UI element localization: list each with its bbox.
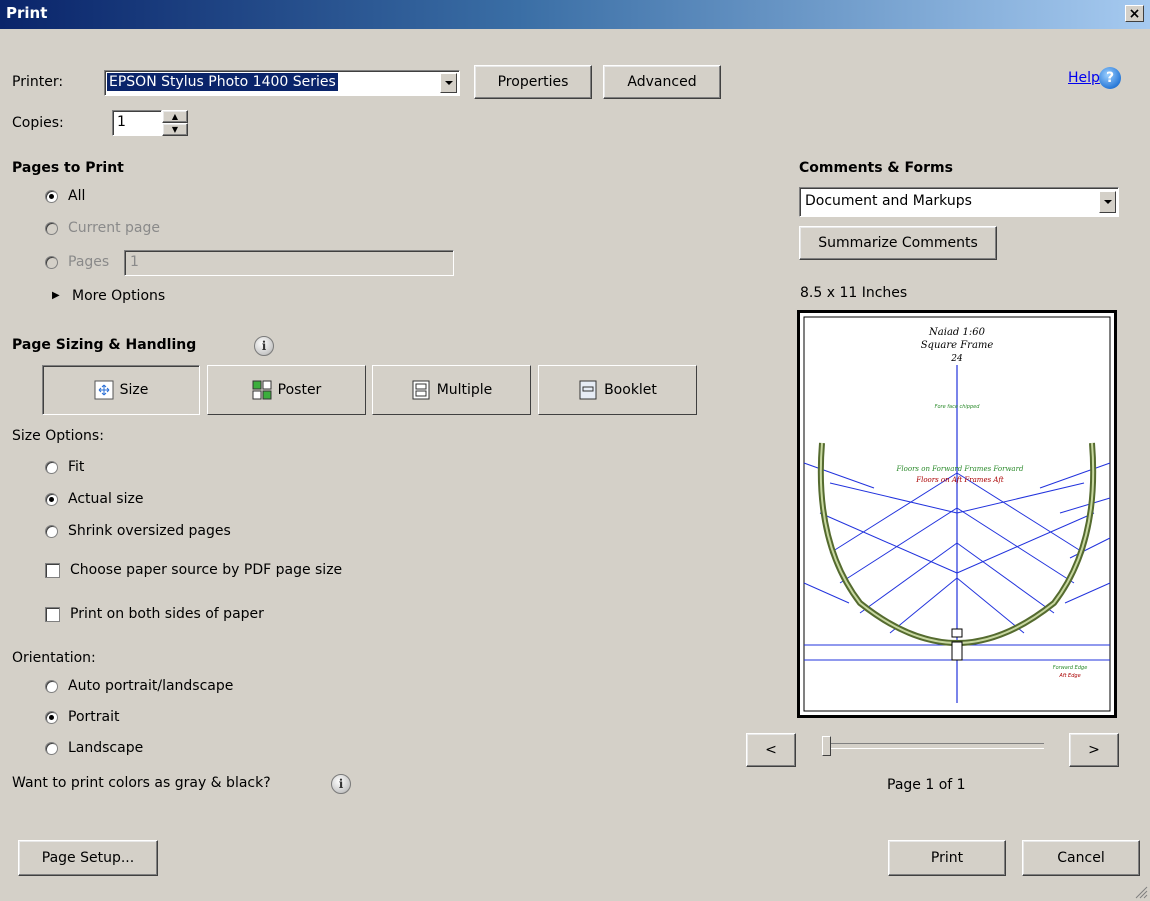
title-bar: Print × bbox=[0, 0, 1150, 29]
both-sides-checkbox[interactable] bbox=[45, 607, 60, 622]
preview-annotation-forward: Floors on Forward Frames Forward bbox=[896, 465, 1024, 473]
printer-select[interactable]: EPSON Stylus Photo 1400 Series bbox=[104, 70, 460, 96]
properties-button[interactable]: Properties bbox=[474, 65, 592, 99]
fit-label: Fit bbox=[68, 459, 85, 475]
copies-stepper[interactable]: ▲ ▼ bbox=[162, 110, 188, 136]
summarize-comments-button[interactable]: Summarize Comments bbox=[799, 226, 997, 260]
printer-dropdown-arrow-icon[interactable] bbox=[440, 73, 457, 93]
actual-size-label: Actual size bbox=[68, 491, 144, 507]
pages-range-input[interactable]: 1 bbox=[124, 250, 454, 276]
page-setup-button[interactable]: Page Setup... bbox=[18, 840, 158, 876]
print-button[interactable]: Print bbox=[888, 840, 1006, 876]
previous-page-button[interactable]: < bbox=[746, 733, 796, 767]
booklet-icon bbox=[579, 380, 597, 400]
size-options-label: Size Options: bbox=[12, 428, 104, 444]
size-icon bbox=[94, 380, 114, 400]
preview-title-3: 24 bbox=[950, 354, 963, 364]
pages-to-print-heading: Pages to Print bbox=[12, 160, 124, 176]
fit-radio[interactable] bbox=[45, 461, 58, 474]
copies-label: Copies: bbox=[12, 115, 64, 131]
current-page-label: Current page bbox=[68, 220, 160, 236]
preview-annotation-top: Fore face chipped bbox=[935, 404, 981, 410]
expand-triangle-icon[interactable]: ▶ bbox=[52, 290, 60, 301]
tab-booklet[interactable]: Booklet bbox=[538, 365, 697, 415]
actual-size-radio[interactable] bbox=[45, 493, 58, 506]
portrait-label: Portrait bbox=[68, 709, 120, 725]
printer-selected-value: EPSON Stylus Photo 1400 Series bbox=[107, 73, 338, 91]
tab-size[interactable]: Size bbox=[42, 365, 200, 415]
portrait-radio[interactable] bbox=[45, 711, 58, 724]
auto-orientation-label: Auto portrait/landscape bbox=[68, 678, 234, 694]
preview-title-2: Square Frame bbox=[921, 340, 994, 351]
landscape-label: Landscape bbox=[68, 740, 144, 756]
landscape-radio[interactable] bbox=[45, 742, 58, 755]
printer-label: Printer: bbox=[12, 74, 64, 90]
page-slider-thumb[interactable] bbox=[822, 736, 831, 756]
choose-paper-source-label: Choose paper source by PDF page size bbox=[70, 562, 343, 578]
preview-edge-forward: Forward Edge bbox=[1053, 665, 1088, 671]
page-preview-drawing: Naiad 1:60 Square Frame 24 Fore face chi… bbox=[803, 316, 1111, 712]
pages-label: Pages bbox=[68, 254, 110, 270]
page-indicator: Page 1 of 1 bbox=[887, 777, 966, 793]
poster-icon bbox=[252, 380, 272, 400]
tab-multiple[interactable]: Multiple bbox=[372, 365, 531, 415]
copies-up-arrow-icon[interactable]: ▲ bbox=[162, 110, 188, 123]
more-options-toggle[interactable]: More Options bbox=[72, 288, 165, 304]
all-label: All bbox=[68, 188, 86, 204]
auto-orientation-radio[interactable] bbox=[45, 680, 58, 693]
preview-title-1: Naiad 1:60 bbox=[928, 327, 986, 338]
comments-dropdown-arrow-icon[interactable] bbox=[1099, 191, 1116, 213]
window-title: Print bbox=[6, 4, 48, 22]
copies-input[interactable]: 1 bbox=[112, 110, 162, 136]
tab-poster-label: Poster bbox=[277, 382, 322, 398]
info-icon[interactable]: i bbox=[254, 336, 274, 356]
choose-paper-source-checkbox[interactable] bbox=[45, 563, 60, 578]
gray-info-icon[interactable]: i bbox=[331, 774, 351, 794]
tab-multiple-label: Multiple bbox=[436, 382, 493, 398]
pages-range-value: 1 bbox=[130, 254, 139, 270]
cancel-button[interactable]: Cancel bbox=[1022, 840, 1140, 876]
comments-forms-select[interactable]: Document and Markups bbox=[799, 187, 1119, 217]
next-page-button[interactable]: > bbox=[1069, 733, 1119, 767]
all-radio[interactable] bbox=[45, 190, 58, 203]
page-slider-track[interactable] bbox=[822, 743, 1044, 749]
orientation-label: Orientation: bbox=[12, 650, 96, 666]
shrink-radio[interactable] bbox=[45, 525, 58, 538]
advanced-button[interactable]: Advanced bbox=[603, 65, 721, 99]
multiple-icon bbox=[412, 380, 430, 400]
page-preview: Naiad 1:60 Square Frame 24 Fore face chi… bbox=[797, 310, 1117, 718]
both-sides-label: Print on both sides of paper bbox=[70, 606, 264, 622]
tab-poster[interactable]: Poster bbox=[207, 365, 366, 415]
copies-down-arrow-icon[interactable]: ▼ bbox=[162, 123, 188, 136]
comments-forms-heading: Comments & Forms bbox=[799, 160, 953, 176]
pages-radio[interactable] bbox=[45, 256, 58, 269]
resize-grip-icon[interactable] bbox=[1134, 885, 1148, 899]
preview-annotation-aft: Floors on Aft Frames Aft bbox=[915, 476, 1004, 484]
current-page-radio[interactable] bbox=[45, 222, 58, 235]
tab-size-label: Size bbox=[119, 382, 149, 398]
gray-black-question: Want to print colors as gray & black? bbox=[12, 775, 271, 791]
help-link[interactable]: Help bbox=[1068, 70, 1100, 86]
tab-booklet-label: Booklet bbox=[604, 382, 657, 398]
preview-edge-aft: Aft Edge bbox=[1058, 673, 1080, 679]
page-sizing-heading: Page Sizing & Handling bbox=[12, 337, 197, 353]
paper-size-label: 8.5 x 11 Inches bbox=[800, 285, 908, 301]
copies-value: 1 bbox=[117, 114, 126, 130]
shrink-label: Shrink oversized pages bbox=[68, 523, 231, 539]
close-button[interactable]: × bbox=[1125, 5, 1144, 22]
comments-forms-value: Document and Markups bbox=[805, 193, 972, 209]
help-question-icon[interactable]: ? bbox=[1099, 67, 1121, 89]
